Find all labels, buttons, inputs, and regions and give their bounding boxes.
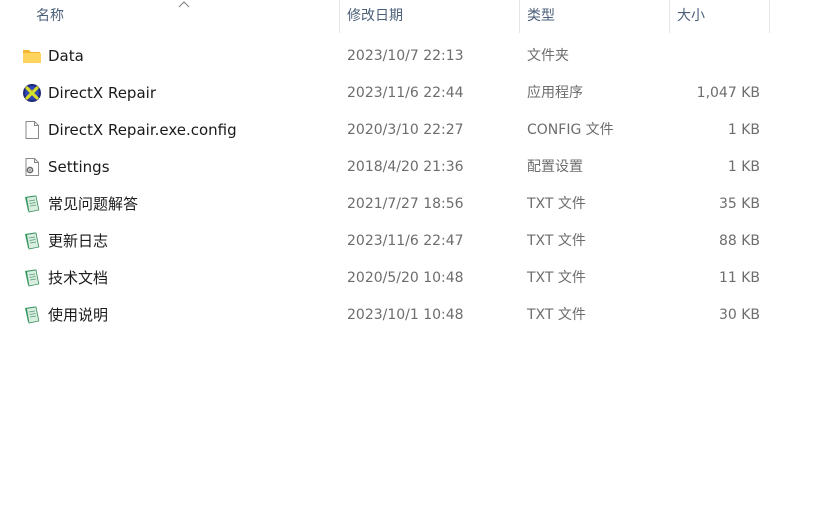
file-row[interactable]: 更新日志 2023/11/6 22:47 TXT 文件 88 KB bbox=[0, 223, 780, 260]
file-date: 2023/10/1 10:48 bbox=[347, 307, 464, 323]
file-icon bbox=[22, 120, 42, 140]
file-size: 88 KB bbox=[718, 233, 760, 249]
file-size: 1,047 KB bbox=[696, 85, 760, 101]
file-date: 2023/11/6 22:44 bbox=[347, 85, 464, 101]
file-type: TXT 文件 bbox=[527, 307, 586, 323]
file-row[interactable]: DirectX Repair 2023/11/6 22:44 应用程序 1,04… bbox=[0, 75, 780, 112]
file-type: TXT 文件 bbox=[527, 196, 586, 212]
file-type: TXT 文件 bbox=[527, 270, 586, 286]
file-row[interactable]: Settings 2018/4/20 21:36 配置设置 1 KB bbox=[0, 149, 780, 186]
file-date: 2021/7/27 18:56 bbox=[347, 196, 464, 212]
file-name: 使用说明 bbox=[48, 306, 109, 324]
file-explorer: 名称 修改日期 类型 大小 Data 2023/10/7 22:13 文件夹 D… bbox=[0, 0, 827, 532]
column-header-bar: 名称 修改日期 类型 大小 bbox=[0, 0, 827, 33]
column-header-size[interactable]: 大小 bbox=[669, 0, 769, 33]
text-file-icon bbox=[22, 231, 42, 251]
file-size: 30 KB bbox=[718, 307, 760, 323]
file-name: 常见问题解答 bbox=[48, 195, 139, 213]
file-date: 2020/3/10 22:27 bbox=[347, 122, 464, 138]
file-row[interactable]: 使用说明 2023/10/1 10:48 TXT 文件 30 KB bbox=[0, 297, 780, 334]
column-header-type[interactable]: 类型 bbox=[519, 0, 669, 33]
file-row[interactable]: DirectX Repair.exe.config 2020/3/10 22:2… bbox=[0, 112, 780, 149]
app-icon bbox=[22, 83, 42, 103]
file-size: 1 KB bbox=[727, 122, 760, 138]
file-name: DirectX Repair.exe.config bbox=[48, 121, 237, 139]
text-file-icon bbox=[22, 305, 42, 325]
file-type: 应用程序 bbox=[527, 85, 583, 101]
file-name: 技术文档 bbox=[48, 269, 109, 287]
file-size: 35 KB bbox=[718, 196, 760, 212]
column-header-date[interactable]: 修改日期 bbox=[339, 0, 519, 33]
file-size bbox=[660, 38, 760, 75]
file-type: 配置设置 bbox=[527, 159, 583, 175]
file-type: TXT 文件 bbox=[527, 233, 586, 249]
settings-file-icon bbox=[22, 157, 42, 177]
file-size: 11 KB bbox=[718, 270, 760, 286]
text-file-icon bbox=[22, 194, 42, 214]
file-name: DirectX Repair bbox=[48, 84, 156, 102]
file-name: 更新日志 bbox=[48, 232, 109, 250]
file-date: 2023/10/7 22:13 bbox=[347, 48, 464, 64]
file-row[interactable]: Data 2023/10/7 22:13 文件夹 bbox=[0, 38, 780, 75]
column-header-name[interactable]: 名称 bbox=[28, 0, 339, 33]
file-row[interactable]: 常见问题解答 2021/7/27 18:56 TXT 文件 35 KB bbox=[0, 186, 780, 223]
file-type: 文件夹 bbox=[527, 48, 569, 64]
text-file-icon bbox=[22, 268, 42, 288]
file-date: 2020/5/20 10:48 bbox=[347, 270, 464, 286]
file-type: CONFIG 文件 bbox=[527, 122, 614, 138]
column-divider[interactable] bbox=[769, 0, 770, 33]
file-name: Settings bbox=[48, 158, 110, 176]
folder-icon bbox=[22, 46, 42, 66]
file-name: Data bbox=[48, 47, 84, 65]
file-date: 2018/4/20 21:36 bbox=[347, 159, 464, 175]
file-row[interactable]: 技术文档 2020/5/20 10:48 TXT 文件 11 KB bbox=[0, 260, 780, 297]
file-date: 2023/11/6 22:47 bbox=[347, 233, 464, 249]
file-size: 1 KB bbox=[727, 159, 760, 175]
